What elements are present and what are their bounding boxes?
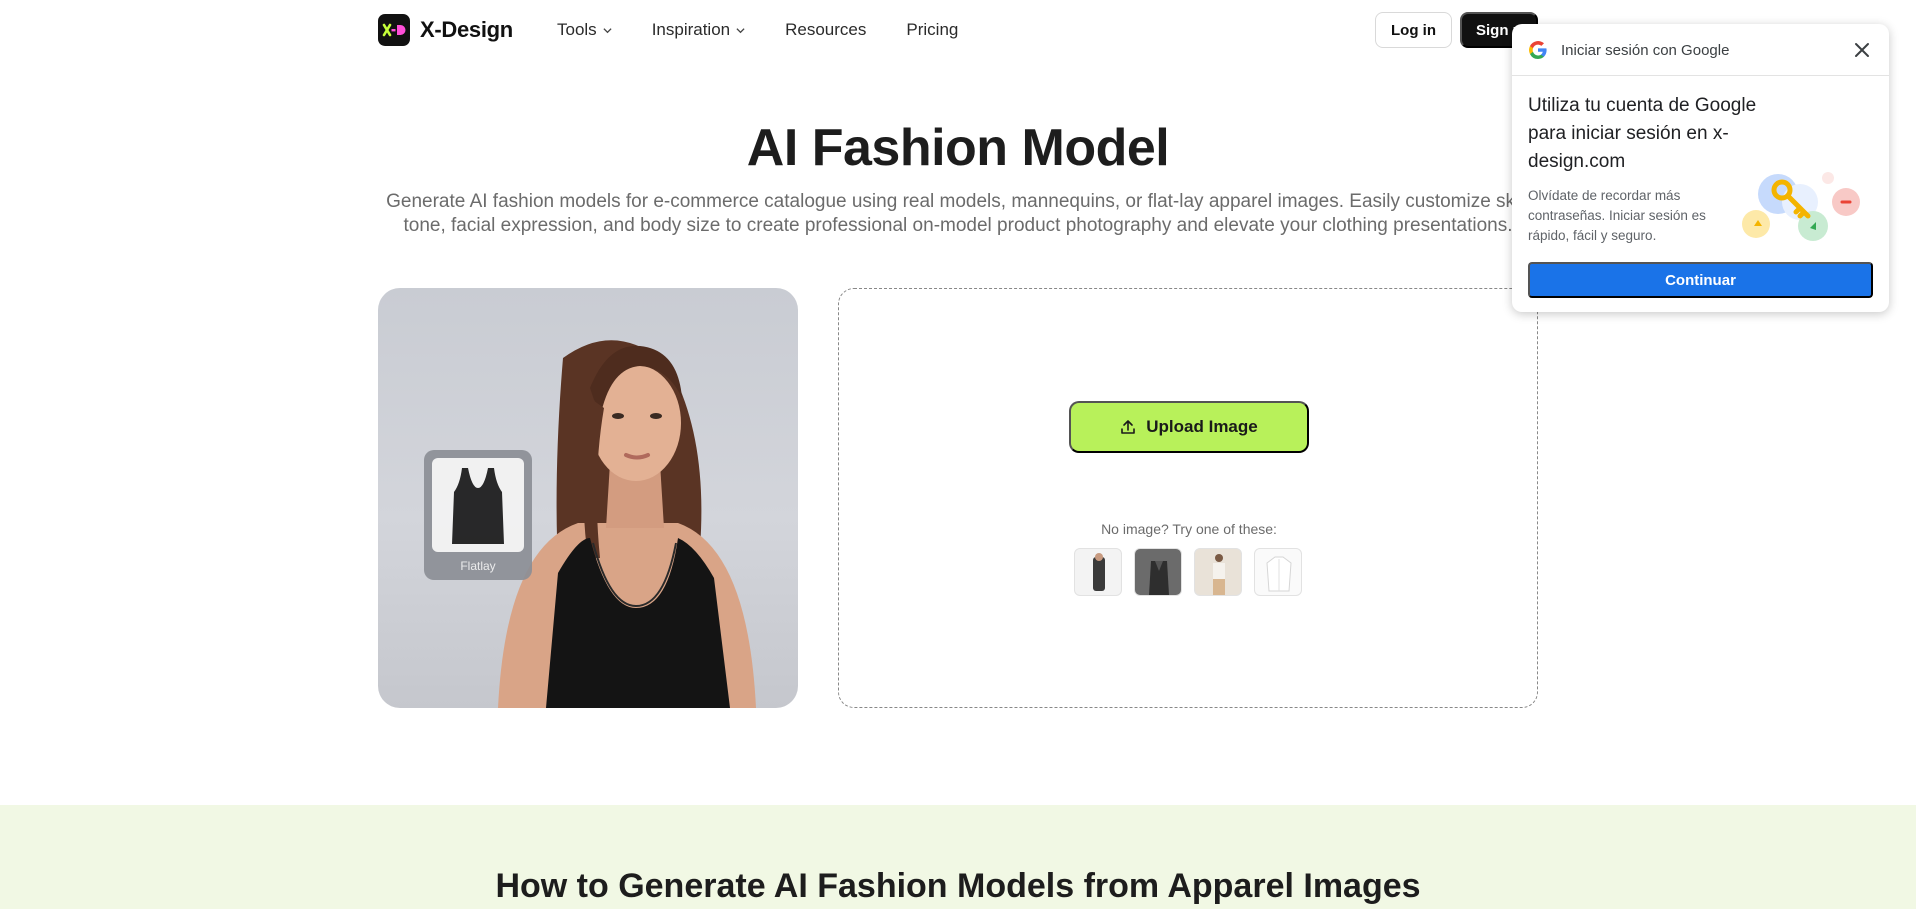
upload-dropzone[interactable]: Upload Image No image? Try one of these: (838, 288, 1538, 708)
page-subtitle: Generate AI fashion models for e-commerc… (386, 191, 1530, 236)
nav-tools-label: Tools (557, 20, 597, 39)
white-shirt-thumbnail (1266, 556, 1292, 592)
flatlay-thumbnail-image (432, 458, 524, 552)
sample-image-2[interactable] (1134, 548, 1182, 596)
page: X-Design Tools Inspiration Resources Pri… (0, 0, 1916, 909)
brand-logo[interactable]: X-Design (378, 14, 513, 46)
google-signin-popup: Iniciar sesión con Google Utiliza tu cue… (1512, 24, 1889, 312)
dark-outfit-thumbnail (1093, 553, 1105, 591)
sample-image-4[interactable] (1254, 548, 1302, 596)
login-button[interactable]: Log in (1375, 12, 1452, 48)
upload-image-label: Upload Image (1146, 417, 1258, 436)
sample-image-3[interactable] (1194, 548, 1242, 596)
continue-button[interactable]: Continuar (1528, 262, 1873, 298)
beige-outfit-thumbnail (1213, 554, 1225, 595)
close-icon[interactable] (1852, 40, 1872, 60)
chevron-down-icon (603, 27, 612, 33)
brand-name: X-Design (420, 17, 513, 42)
google-popup-header: Iniciar sesión con Google (1512, 24, 1889, 76)
nav-tools[interactable]: Tools (557, 18, 612, 42)
nav-resources[interactable]: Resources (785, 18, 866, 42)
upload-icon (1121, 420, 1136, 434)
flatlay-label: Flatlay (460, 559, 496, 573)
google-g-icon (1529, 41, 1547, 59)
upload-image-button[interactable]: Upload Image (1069, 401, 1309, 453)
chevron-down-icon (736, 27, 745, 33)
passkey-illustration (1742, 172, 1860, 241)
google-popup-body: Olvídate de recordar más contraseñas. In… (1528, 188, 1706, 243)
sample-hint: No image? Try one of these: (1101, 521, 1277, 537)
how-to-title: How to Generate AI Fashion Models from A… (495, 867, 1421, 905)
nav-resources-label: Resources (785, 20, 867, 39)
how-to-section: How to Generate AI Fashion Models from A… (0, 805, 1916, 909)
nav-pricing[interactable]: Pricing (906, 18, 958, 42)
x-design-logo-icon (378, 14, 410, 46)
sample-image-1[interactable] (1074, 548, 1122, 596)
main-nav: Tools Inspiration Resources Pricing (557, 18, 998, 42)
google-popup-title: Iniciar sesión con Google (1561, 42, 1730, 59)
sample-images (1074, 548, 1302, 596)
nav-inspiration-label: Inspiration (651, 20, 731, 39)
nav-pricing-label: Pricing (906, 20, 959, 39)
grey-suit-thumbnail (1149, 561, 1169, 595)
tank-top-icon (452, 468, 504, 544)
nav-inspiration[interactable]: Inspiration (652, 18, 745, 42)
flatlay-thumbnail: Flatlay (424, 450, 532, 580)
model-preview-image: Flatlay (378, 288, 798, 708)
